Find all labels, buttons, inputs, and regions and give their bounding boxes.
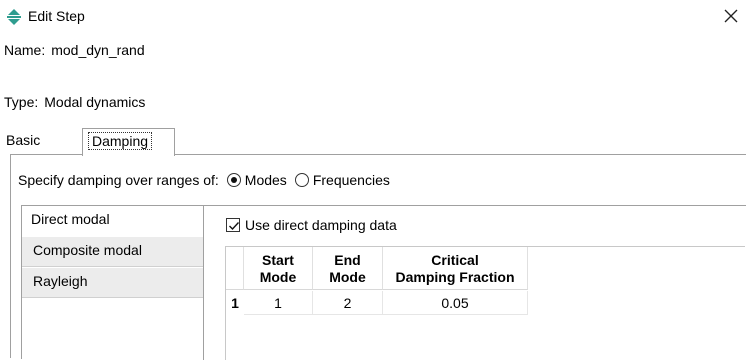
table-row-index: 1 — [231, 295, 239, 311]
close-button[interactable] — [716, 2, 746, 30]
side-tab-direct-modal[interactable]: Direct modal — [22, 206, 203, 236]
frequencies-radio-label[interactable]: Frequencies — [313, 172, 390, 188]
modes-radio-label[interactable]: Modes — [245, 172, 287, 188]
end-mode-header-line1: End — [334, 252, 361, 268]
specify-label: Specify damping over ranges of: — [18, 172, 219, 188]
start-mode-header-line1: Start — [262, 252, 294, 268]
frequencies-radio[interactable] — [294, 173, 309, 187]
critical-damping-header-line1: Critical — [431, 252, 479, 268]
damping-table: Start Mode End Mode Critical Damping Fra… — [225, 246, 745, 360]
end-mode-header-line2: Mode — [329, 269, 366, 285]
use-direct-damping-row: Use direct damping data — [226, 217, 397, 233]
type-label: Type: — [4, 94, 39, 110]
type-row: Type: Modal dynamics — [4, 94, 145, 110]
window-title: Edit Step — [28, 8, 85, 24]
side-tab-direct-modal-label: Direct modal — [31, 211, 110, 227]
edit-step-dialog: Edit Step Name: mod_dyn_rand Type: Modal d… — [0, 0, 746, 360]
modes-radio[interactable] — [226, 173, 241, 187]
title-bar: Edit Step — [0, 0, 746, 34]
damping-tab-content: Specify damping over ranges of: Modes Fr… — [10, 154, 746, 360]
tab-basic-label: Basic — [6, 132, 41, 148]
start-mode-header[interactable]: Start Mode — [244, 247, 313, 290]
side-tab-composite-modal[interactable]: Composite modal — [22, 237, 203, 267]
tab-basic[interactable]: Basic — [1, 128, 79, 154]
side-tab-rayleigh-label: Rayleigh — [33, 273, 88, 289]
tab-damping[interactable]: Damping — [82, 128, 175, 156]
name-value: mod_dyn_rand — [51, 42, 145, 58]
direct-modal-panel: Use direct damping data Start Mode End M… — [203, 206, 746, 360]
type-value: Modal dynamics — [44, 94, 146, 110]
start-mode-cell[interactable]: 1 — [244, 291, 313, 315]
tab-damping-label: Damping — [88, 132, 153, 150]
critical-damping-header-line2: Damping Fraction — [395, 269, 515, 285]
close-icon — [724, 9, 738, 23]
end-mode-header[interactable]: End Mode — [313, 247, 383, 290]
checkmark-icon — [229, 222, 240, 231]
name-label: Name: — [4, 42, 46, 58]
table-corner-header — [226, 247, 244, 290]
name-row: Name: mod_dyn_rand — [4, 42, 145, 58]
critical-damping-cell[interactable]: 0.05 — [383, 291, 528, 315]
critical-damping-header[interactable]: Critical Damping Fraction — [383, 247, 528, 290]
side-tab-composite-modal-label: Composite modal — [33, 242, 142, 258]
damping-method-panel: Direct modal Composite modal Rayleigh Us… — [21, 205, 746, 360]
side-tab-filler — [22, 299, 203, 360]
end-mode-cell[interactable]: 2 — [313, 291, 383, 315]
move-arrows-icon — [6, 9, 22, 25]
use-direct-damping-label[interactable]: Use direct damping data — [245, 217, 397, 233]
damping-range-selector: Specify damping over ranges of: Modes Fr… — [18, 172, 390, 188]
side-tab-rayleigh[interactable]: Rayleigh — [22, 268, 203, 298]
use-direct-damping-checkbox[interactable] — [226, 218, 240, 232]
start-mode-header-line2: Mode — [259, 269, 297, 285]
